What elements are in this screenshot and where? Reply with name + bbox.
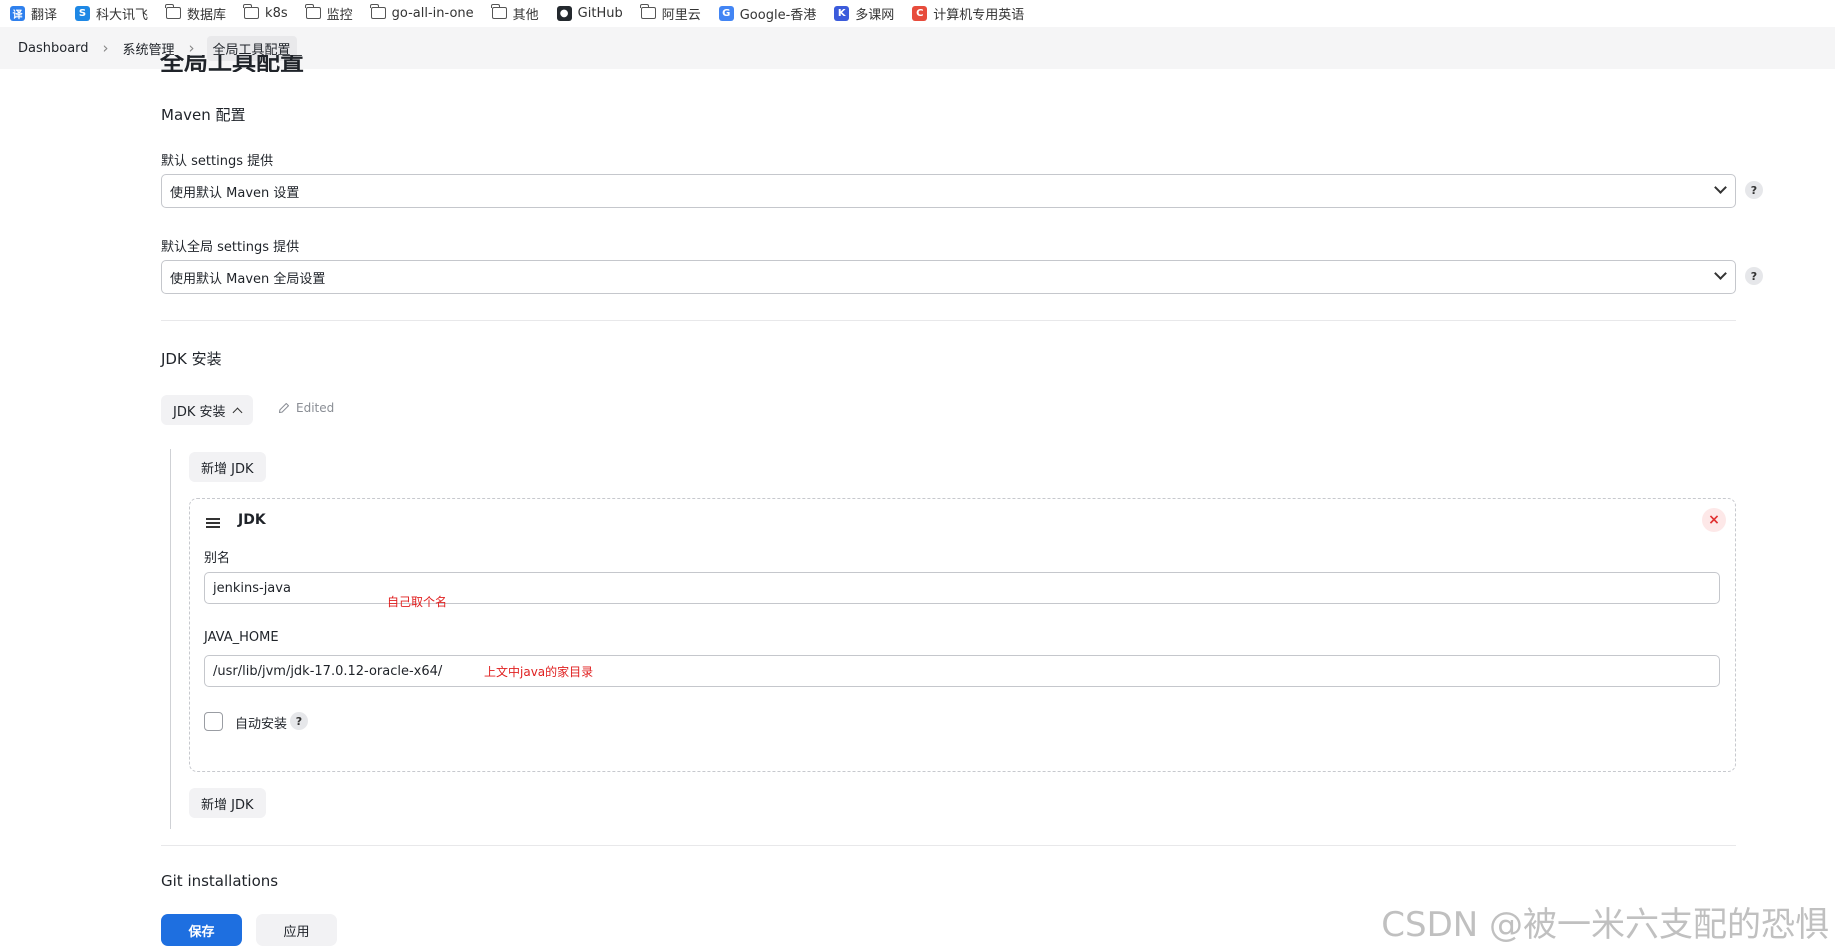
- help-icon[interactable]: ?: [1745, 181, 1763, 199]
- add-jdk-button[interactable]: 新增 JDK: [189, 788, 266, 818]
- bookmark-label: k8s: [265, 5, 288, 21]
- edited-indicator: Edited: [278, 401, 334, 415]
- java-home-value: /usr/lib/jvm/jdk-17.0.12-oracle-x64/: [213, 663, 443, 679]
- bookmark-item[interactable]: go-all-in-one: [370, 4, 474, 21]
- jdk-card-title: JDK: [238, 512, 266, 528]
- global-settings-provider-value: 使用默认 Maven 全局设置: [170, 271, 326, 287]
- breadcrumb-dashboard[interactable]: Dashboard: [16, 41, 91, 56]
- alias-annotation: 自己取个名: [387, 595, 448, 609]
- iflytek-icon: S: [75, 5, 91, 21]
- breadcrumb-separator: ›: [102, 39, 109, 57]
- bookmark-label: 翻译: [31, 7, 58, 23]
- google-icon: G: [718, 5, 734, 21]
- bookmark-item[interactable]: K 多课网: [834, 4, 894, 23]
- chevron-down-icon: [1714, 267, 1727, 280]
- bookmark-item[interactable]: G Google-香港: [718, 4, 817, 23]
- section-divider: [161, 845, 1736, 846]
- bookmark-label: GitHub: [577, 5, 623, 21]
- folder-icon: [640, 4, 656, 19]
- chevron-down-icon: [1714, 181, 1727, 194]
- folder-icon: [165, 4, 182, 19]
- chevron-up-icon: [232, 407, 242, 417]
- apply-button[interactable]: 应用: [256, 914, 337, 946]
- java-home-annotation: 上文中java的家目录: [484, 665, 594, 679]
- bookmark-label: 阿里云: [661, 7, 701, 23]
- bookmark-label: Google-香港: [739, 7, 817, 23]
- jdk-installations-toggle[interactable]: JDK 安装: [161, 395, 253, 425]
- pencil-icon: [278, 402, 290, 414]
- settings-provider-label: 默认 settings 提供: [161, 154, 274, 169]
- bookmark-item[interactable]: 监控: [305, 4, 353, 23]
- settings-provider-value: 使用默认 Maven 设置: [170, 185, 300, 201]
- bookmark-item[interactable]: ● GitHub: [556, 5, 623, 21]
- section-divider: [161, 320, 1736, 321]
- github-icon: ●: [556, 5, 572, 21]
- bookmark-item[interactable]: 数据库: [165, 4, 227, 23]
- close-icon[interactable]: ×: [1702, 508, 1726, 532]
- maven-heading: Maven 配置: [161, 106, 246, 124]
- bookmark-label: 监控: [326, 7, 353, 23]
- auto-install-label: 自动安装: [235, 717, 288, 732]
- bookmark-item[interactable]: 其他: [491, 4, 539, 23]
- add-jdk-button[interactable]: 新增 JDK: [189, 452, 266, 482]
- bookmark-item[interactable]: k8s: [243, 4, 288, 21]
- bookmark-item[interactable]: 阿里云: [640, 4, 701, 23]
- bookmark-label: 计算机专用英语: [933, 7, 1025, 23]
- save-button[interactable]: 保存: [161, 914, 242, 946]
- help-icon[interactable]: ?: [290, 712, 308, 730]
- translate-icon: 译: [10, 5, 25, 21]
- folder-icon: [305, 4, 321, 19]
- jdk-toggle-label: JDK 安装: [173, 404, 226, 420]
- global-settings-provider-label: 默认全局 settings 提供: [161, 240, 300, 255]
- bookmark-label: go-all-in-one: [391, 5, 474, 21]
- alias-label: 别名: [204, 551, 231, 566]
- bookmarks-bar: 译翻译 S 科大讯飞 数据库 k8s 监控 go-all-in-one 其他 ● GitHub 阿里…: [0, 0, 1835, 26]
- bookmark-item[interactable]: S 科大讯飞: [75, 4, 148, 23]
- auto-install-checkbox[interactable]: [204, 712, 223, 731]
- csdn-icon: C: [912, 5, 928, 21]
- java-home-input[interactable]: /usr/lib/jvm/jdk-17.0.12-oracle-x64/: [204, 655, 1720, 687]
- jdk-heading: JDK 安装: [161, 350, 222, 368]
- settings-provider-select[interactable]: 使用默认 Maven 设置: [161, 174, 1736, 208]
- java-home-label: JAVA_HOME: [204, 630, 279, 645]
- bookmark-item[interactable]: C 计算机专用英语: [912, 4, 1024, 23]
- duoke-icon: K: [834, 5, 850, 21]
- jdk-list-rail: [170, 449, 171, 829]
- jdk-card: JDK × 别名 jenkins-java 自己取个名 JAVA_HOME /u…: [189, 498, 1736, 772]
- watermark: CSDN @被一米六支配的恐惧: [1381, 905, 1829, 945]
- bookmark-label: 科大讯飞: [96, 7, 149, 23]
- drag-handle-icon[interactable]: [206, 518, 220, 528]
- help-icon[interactable]: ?: [1745, 267, 1763, 285]
- bookmark-label: 多课网: [855, 7, 895, 23]
- alias-value: jenkins-java: [213, 580, 291, 596]
- git-heading: Git installations: [161, 872, 279, 890]
- bookmark-item[interactable]: 译翻译: [10, 4, 57, 23]
- bookmark-label: 数据库: [187, 7, 227, 23]
- bookmark-label: 其他: [512, 7, 539, 23]
- edited-label: Edited: [296, 401, 335, 415]
- folder-icon: [370, 4, 386, 19]
- global-settings-provider-select[interactable]: 使用默认 Maven 全局设置: [161, 260, 1736, 294]
- folder-icon: [243, 4, 260, 19]
- page-title: 全局工具配置: [160, 55, 304, 72]
- folder-icon: [491, 4, 507, 19]
